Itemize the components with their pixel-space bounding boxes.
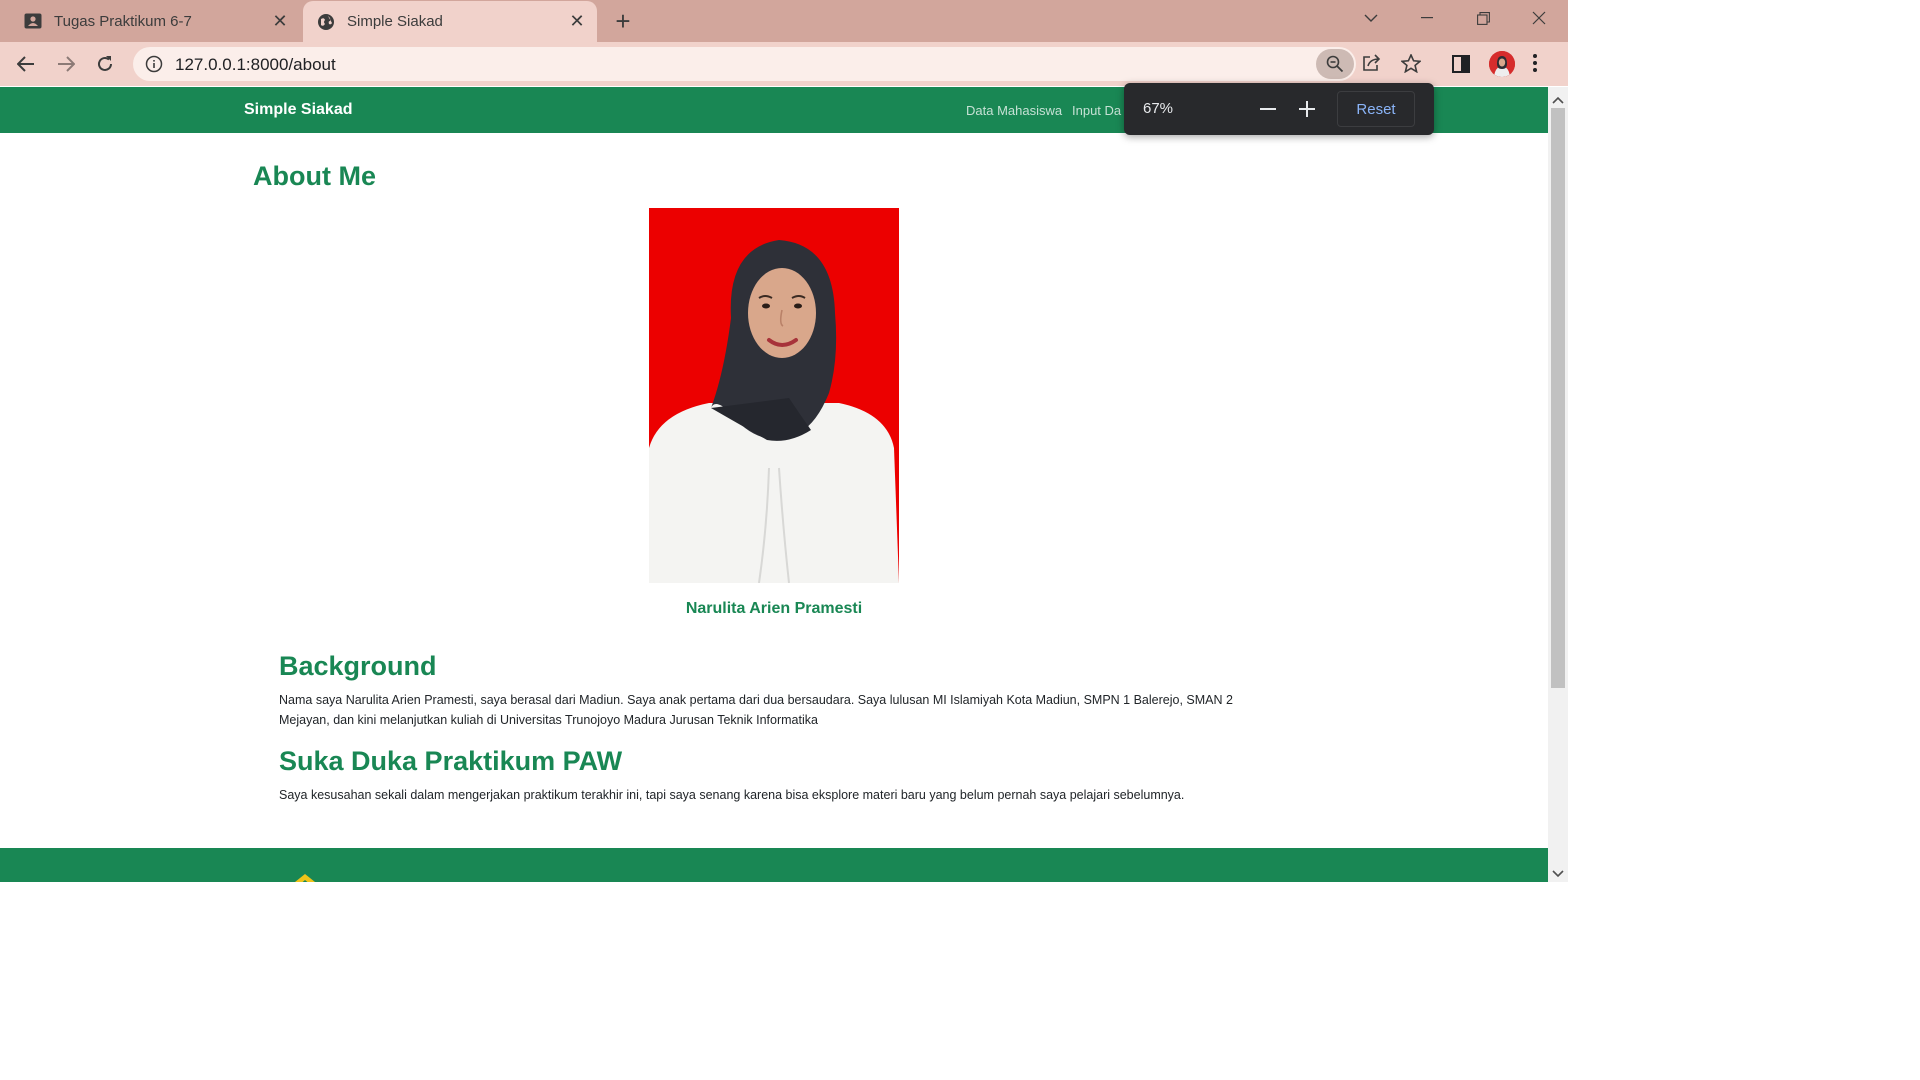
kebab-menu-icon[interactable] — [1532, 53, 1538, 78]
site-info-icon[interactable] — [145, 55, 163, 73]
photo-caption: Narulita Arien Pramesti — [685, 600, 863, 617]
tab-tugas-praktikum[interactable]: Tugas Praktikum 6-7 ✕ — [10, 0, 300, 42]
scrollbar-thumb[interactable] — [1551, 108, 1565, 688]
nav-link-data-mahasiswa[interactable]: Data Mahasiswa — [966, 103, 1062, 118]
zoom-icon[interactable] — [1316, 49, 1354, 79]
address-bar[interactable]: 127.0.0.1:8000/about — [133, 47, 1356, 81]
back-icon[interactable] — [10, 48, 42, 80]
close-icon[interactable]: ✕ — [563, 8, 591, 36]
reload-icon[interactable] — [89, 48, 121, 80]
zoom-popup: 67% Reset — [1124, 83, 1434, 135]
site-footer — [0, 848, 1548, 882]
bookmark-star-icon[interactable] — [1399, 53, 1423, 78]
section-text-suka-duka: Saya kesusahan sekali dalam mengerjakan … — [279, 788, 1185, 802]
close-icon[interactable]: ✕ — [266, 7, 294, 35]
browser-toolbar: 127.0.0.1:8000/about — [0, 42, 1568, 86]
section-heading-background: Background — [279, 651, 437, 681]
profile-photo — [649, 208, 899, 583]
zoom-level-text: 67% — [1143, 100, 1174, 117]
tab-search-chevron-icon[interactable] — [1348, 0, 1394, 36]
profile-avatar[interactable] — [1489, 51, 1515, 77]
section-text-background: Nama saya Narulita Arien Pramesti, saya … — [279, 693, 1233, 727]
zoom-in-icon[interactable] — [1293, 95, 1321, 123]
tab-title: Tugas Praktikum 6-7 — [54, 12, 192, 30]
navbar-brand[interactable]: Simple Siakad — [244, 101, 353, 119]
close-window-icon[interactable] — [1516, 0, 1562, 36]
share-icon[interactable] — [1362, 54, 1382, 77]
classroom-icon — [24, 12, 42, 30]
page-title: About Me — [253, 161, 376, 191]
tab-simple-siakad[interactable]: Simple Siakad ✕ — [303, 1, 597, 42]
forward-icon[interactable] — [50, 48, 82, 80]
scroll-up-arrow-icon[interactable] — [1552, 92, 1564, 104]
zoom-reset-button[interactable]: Reset — [1337, 91, 1415, 127]
section-heading-suka-duka: Suka Duka Praktikum PAW — [279, 746, 623, 776]
globe-icon — [317, 13, 335, 31]
nav-link-input-data[interactable]: Input Da — [1072, 103, 1121, 118]
tab-strip: Tugas Praktikum 6-7 ✕ Simple Siakad ✕ + — [0, 0, 1568, 42]
minimize-icon[interactable] — [1404, 0, 1450, 36]
url-text: 127.0.0.1:8000/about — [175, 55, 336, 74]
scroll-down-arrow-icon[interactable] — [1552, 866, 1564, 878]
university-logo-icon — [283, 868, 327, 882]
tab-title: Simple Siakad — [347, 13, 443, 30]
restore-icon[interactable] — [1460, 0, 1506, 36]
page-viewport: Simple Siakad Data Mahasiswa Input Da Ab… — [0, 87, 1548, 882]
side-panel-icon[interactable] — [1452, 55, 1470, 78]
new-tab-button[interactable]: + — [608, 6, 638, 36]
zoom-out-icon[interactable] — [1254, 95, 1282, 123]
